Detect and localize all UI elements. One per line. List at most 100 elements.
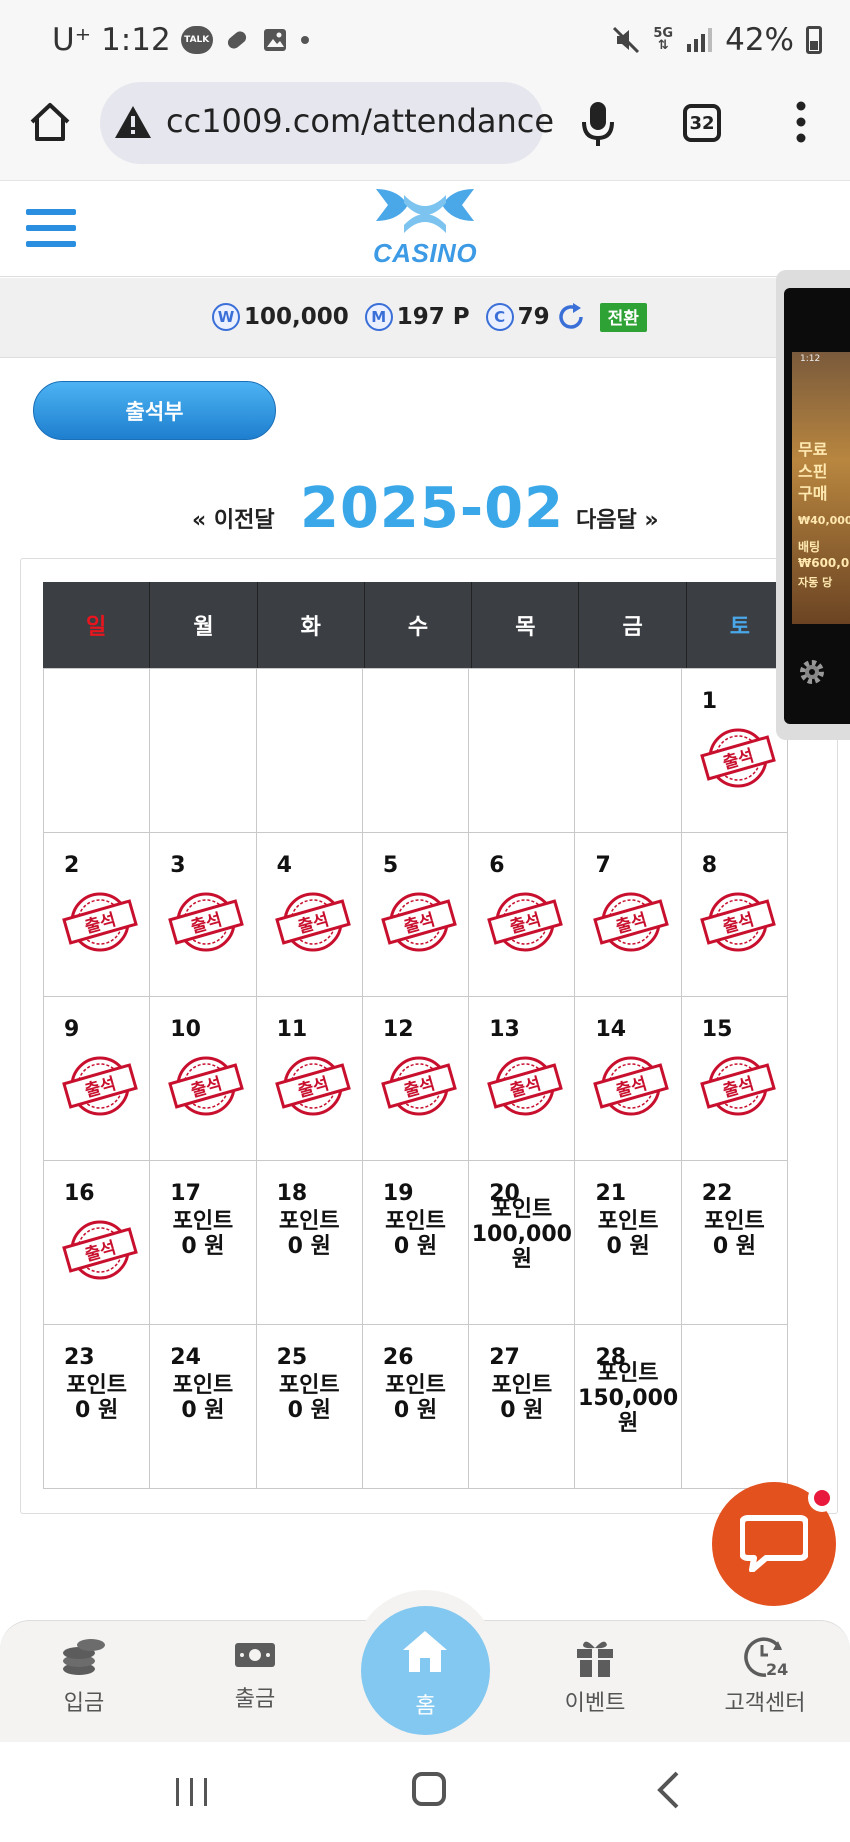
back-icon[interactable] (655, 1770, 681, 1810)
android-home-icon[interactable] (412, 1772, 446, 1806)
calendar-day-cell: 28 포인트 150,000 원 (574, 1324, 682, 1489)
calendar-day-cell (680, 1324, 789, 1489)
time-label: 1:12 (101, 22, 171, 58)
microphone-icon[interactable] (580, 100, 616, 148)
recent-apps-icon[interactable] (172, 1776, 212, 1808)
site-header: CASINO (0, 180, 850, 277)
daily-points-label: 포인트 0 원 (385, 1373, 446, 1423)
calendar-day-cell: 7 출석 (574, 832, 682, 997)
day-number: 15 (701, 1017, 733, 1042)
day-number: 3 (170, 853, 186, 878)
mileage-balance-value: 197 P (396, 304, 470, 330)
nav-support[interactable]: 24 고객센터 (710, 1635, 820, 1717)
gear-icon[interactable] (796, 656, 828, 688)
attendance-stamp-icon: 출석 (168, 892, 245, 952)
attendance-stamp-icon: 출석 (168, 1056, 245, 1116)
nav-withdraw[interactable]: 출금 (200, 1635, 310, 1713)
attendance-stamp-icon: 출석 (487, 1056, 564, 1116)
month-title: 2025-02 (300, 476, 565, 541)
nav-deposit[interactable]: 입금 (29, 1635, 139, 1717)
android-navigation-bar (0, 1742, 850, 1842)
day-number: 21 (595, 1181, 627, 1206)
day-number: 16 (64, 1181, 95, 1206)
weekday-header-cell: 일 (43, 582, 151, 668)
refresh-icon[interactable] (556, 302, 586, 332)
day-number: 10 (170, 1017, 201, 1042)
mileage-balance: M 197 P (364, 303, 470, 331)
day-number: 9 (64, 1017, 80, 1042)
ad-time: 1:12 (800, 354, 821, 364)
day-number: 18 (276, 1181, 308, 1206)
notification-dot (808, 1484, 836, 1512)
ad-line: 스핀 (798, 462, 828, 481)
calendar-day-cell (255, 668, 363, 833)
calendar-day-cell: 11 출석 (255, 996, 363, 1161)
browser-toolbar: cc1009.com/attendance 32 (0, 80, 850, 180)
daily-points-label: 포인트 0 원 (597, 1209, 659, 1259)
status-bar: U⁺ 1:12 TALK 5G ⇅ 42% (0, 0, 850, 80)
ad-line: 구매 (798, 484, 828, 503)
day-number: 7 (595, 853, 611, 878)
calendar-week-row: 23 포인트 0 원 24 포인트 0 원 25 포인트 0 원 26 포인트 0 원 27 포인… (43, 1324, 789, 1489)
mileage-coin-icon: M (364, 303, 393, 331)
ad-line: ₩600,0 (798, 556, 850, 570)
switch-button[interactable]: 전환 (599, 302, 647, 332)
day-number: 17 (170, 1181, 201, 1206)
daily-points-label: 포인트 0 원 (385, 1209, 446, 1259)
kakaotalk-icon: TALK (180, 26, 213, 54)
ad-line: 무료 (798, 440, 828, 459)
calendar-day-cell: 10 출석 (149, 996, 257, 1161)
more-options-icon[interactable] (796, 100, 806, 144)
won-balance-value: 100,000 (244, 304, 349, 330)
day-number: 11 (276, 1017, 308, 1042)
balance-bar: W 100,000 M 197 P C 79 전환 (0, 278, 850, 358)
dot-icon (299, 25, 311, 55)
coupon-balance-value: 79 (517, 304, 550, 330)
calendar-day-cell: 14 출석 (574, 996, 682, 1161)
calendar-week-row: 9 출석 10 출석 11 출석 12 출석 13 출석 14 출석 15 출석 (43, 996, 789, 1161)
tab-switcher-button[interactable]: 32 (683, 104, 721, 142)
attendance-stamp-icon: 출석 (699, 1056, 776, 1116)
attendance-stamp-icon: 출석 (381, 1056, 457, 1116)
attendance-stamp-icon: 출석 (274, 892, 351, 952)
calendar-day-cell: 5 출석 (361, 832, 470, 997)
won-coin-icon: W (212, 303, 240, 331)
calendar-day-cell (43, 668, 151, 833)
daily-points-label: 포인트 0 원 (491, 1373, 553, 1423)
calendar-day-cell (149, 668, 257, 833)
day-number: 14 (595, 1017, 627, 1042)
calendar-day-cell (468, 668, 576, 833)
day-number: 1 (701, 689, 718, 714)
attendance-stamp-icon: 출석 (593, 1056, 670, 1116)
calendar-day-cell: 21 포인트 0 원 (574, 1160, 682, 1325)
nav-event[interactable]: 이벤트 (540, 1635, 650, 1717)
browser-home-icon[interactable] (28, 100, 72, 144)
prev-month-link[interactable]: « 이전달 (192, 502, 275, 534)
attendance-book-button[interactable]: 출석부 (33, 381, 276, 440)
nav-support-label: 고객센터 (724, 1691, 806, 1716)
network-5g-icon: 5G ⇅ (653, 25, 673, 55)
next-month-link[interactable]: 다음달 » (576, 502, 659, 534)
day-number: 24 (170, 1345, 201, 1370)
ad-line: 배팅 (798, 540, 821, 554)
calendar-day-cell: 12 출석 (361, 996, 470, 1161)
attendance-stamp-icon: 출석 (487, 892, 564, 952)
address-bar[interactable]: cc1009.com/attendance (100, 82, 554, 164)
menu-icon[interactable] (26, 207, 76, 249)
floating-ad-widget[interactable]: 1:12 무료 스핀 구매 ₩40,000 배팅 ₩600,0 자동 당 (776, 270, 850, 740)
day-number: 5 (382, 853, 399, 878)
weekday-header-cell: 화 (258, 582, 365, 668)
calendar-day-cell: 17 포인트 0 원 (149, 1160, 257, 1325)
calendar-day-cell: 26 포인트 0 원 (361, 1324, 470, 1489)
nav-event-label: 이벤트 (564, 1691, 626, 1716)
calendar-week-row: 1 출석 (43, 668, 789, 833)
nav-home-button[interactable]: 홈 (361, 1606, 490, 1735)
home-icon (403, 1631, 447, 1672)
carrier-label: U⁺ (52, 22, 92, 58)
calendar-week-row: 16 출석 17 포인트 0 원 18 포인트 0 원 19 포인트 0 원 20 포인트 100… (43, 1160, 789, 1325)
floating-ad-panel[interactable]: 1:12 무료 스핀 구매 ₩40,000 배팅 ₩600,0 자동 당 (784, 288, 850, 724)
url-text[interactable]: cc1009.com/attendance (166, 102, 554, 140)
attendance-stamp-icon: 출석 (62, 892, 138, 952)
day-number: 26 (382, 1345, 414, 1370)
warning-icon[interactable] (114, 104, 152, 140)
